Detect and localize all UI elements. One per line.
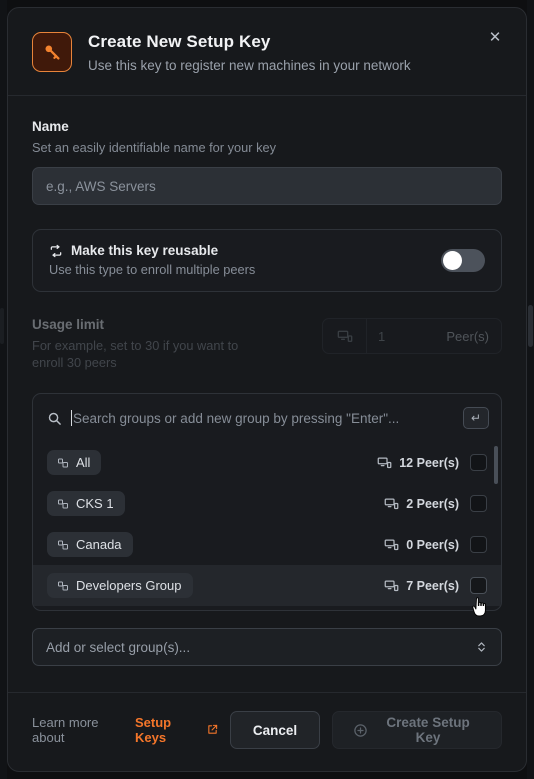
group-icon: [57, 539, 69, 551]
group-chip: All: [47, 450, 102, 475]
peers-icon: [384, 537, 399, 552]
group-row[interactable]: All 12 Peer(s): [33, 442, 501, 483]
group-list: All 12 Peer(s) CKS 1 2 Peer(s) Canada 0 Peer(…: [33, 442, 501, 610]
group-select[interactable]: Add or select group(s)...: [32, 628, 502, 666]
learn-more-prefix: Learn more about: [32, 715, 99, 745]
group-peer-count: 12 Peer(s): [377, 455, 459, 470]
group-checkbox[interactable]: [470, 536, 487, 553]
close-icon[interactable]: ✕: [484, 26, 506, 48]
page-scrollbar-right[interactable]: [527, 0, 534, 779]
group-search-input[interactable]: Search groups or add new group by pressi…: [71, 410, 454, 426]
page-scrollbar-left-thumb[interactable]: [0, 308, 4, 344]
group-peer-count-label: 2 Peer(s): [406, 496, 459, 511]
group-icon: [57, 498, 69, 510]
usage-limit-input-wrapper[interactable]: 1 Peer(s): [322, 318, 502, 354]
name-help-text: Set an easily identifiable name for your…: [32, 140, 276, 155]
name-input[interactable]: [32, 167, 502, 205]
group-name: Developers Group: [76, 578, 182, 593]
plus-circle-icon: [353, 723, 368, 738]
group-name: CKS 1: [76, 496, 114, 511]
peers-icon: [384, 496, 399, 511]
group-row[interactable]: Canada 0 Peer(s): [33, 524, 501, 565]
group-search-placeholder: Search groups or add new group by pressi…: [73, 410, 400, 426]
reusable-text-block: Make this key reusable Use this type to …: [49, 243, 255, 277]
header-text-block: Create New Setup Key Use this key to reg…: [88, 30, 411, 75]
group-icon: [57, 457, 69, 469]
group-list-scrollbar[interactable]: [494, 446, 498, 484]
name-section: Name Set an easily identifiable name for…: [32, 118, 502, 205]
usage-limit-label: Usage limit: [32, 317, 105, 332]
group-row-right: 7 Peer(s): [384, 577, 487, 594]
reusable-toggle[interactable]: [441, 248, 485, 272]
group-chip: CKS 1: [47, 491, 125, 516]
usage-limit-text-block: Usage limit For example, set to 30 if yo…: [32, 316, 262, 371]
create-setup-key-label: Create Setup Key: [386, 715, 470, 745]
group-icon: [57, 580, 69, 592]
group-checkbox[interactable]: [470, 577, 487, 594]
page-title: Create New Setup Key: [88, 32, 271, 51]
name-label: Name: [32, 119, 69, 134]
external-link-icon: [207, 723, 218, 738]
group-chip: Developers Group: [47, 573, 193, 598]
enter-key-button[interactable]: ↵: [463, 407, 489, 429]
search-icon: [47, 411, 62, 426]
learn-more-block: Learn more about Setup Keys: [32, 715, 218, 745]
setup-keys-link[interactable]: Setup Keys: [135, 715, 218, 745]
setup-keys-link-label: Setup Keys: [134, 715, 172, 745]
usage-limit-help-text: For example, set to 30 if you want to en…: [32, 338, 239, 370]
group-row[interactable]: Developers Group 7 Peer(s): [33, 565, 501, 606]
modal-body: Name Set an easily identifiable name for…: [8, 96, 526, 692]
group-peer-count: 7 Peer(s): [384, 578, 459, 593]
group-peer-count: 2 Peer(s): [384, 496, 459, 511]
group-peer-count-label: 0 Peer(s): [406, 537, 459, 552]
group-checkbox[interactable]: [470, 495, 487, 512]
group-peer-count: 0 Peer(s): [384, 537, 459, 552]
page-scrollbar-right-thumb[interactable]: [528, 305, 533, 347]
group-search-row: Search groups or add new group by pressi…: [33, 394, 501, 442]
page-scrollbar-left[interactable]: [0, 0, 7, 779]
group-row-right: 0 Peer(s): [384, 536, 487, 553]
group-chip: Canada: [47, 532, 133, 557]
reusable-subtitle: Use this type to enroll multiple peers: [49, 262, 256, 277]
modal-footer: Learn more about Setup Keys Cancel Creat…: [8, 692, 526, 771]
group-select-value: Add or select group(s)...: [46, 639, 191, 655]
repeat-icon: [49, 244, 63, 258]
group-name: Canada: [76, 537, 122, 552]
key-icon: [32, 32, 72, 72]
group-row[interactable]: CKS 1 2 Peer(s): [33, 483, 501, 524]
peers-icon: [384, 578, 399, 593]
create-setup-key-modal: Create New Setup Key Use this key to reg…: [7, 7, 527, 772]
group-name: All: [76, 455, 91, 470]
usage-limit-value: 1: [378, 328, 386, 344]
peers-icon: [323, 319, 367, 353]
page-subtitle: Use this key to register new machines in…: [88, 58, 411, 73]
group-row-right: 12 Peer(s): [377, 454, 487, 471]
usage-limit-section: Usage limit For example, set to 30 if yo…: [32, 316, 502, 371]
chevron-up-down-icon: [475, 639, 488, 655]
group-peer-count-label: 7 Peer(s): [406, 578, 459, 593]
reusable-title-row: Make this key reusable: [49, 243, 255, 258]
text-caret: [71, 410, 72, 426]
modal-header: Create New Setup Key Use this key to reg…: [8, 8, 526, 96]
peers-icon: [377, 455, 392, 470]
usage-limit-suffix: Peer(s): [446, 328, 489, 344]
group-row-right: 2 Peer(s): [384, 495, 487, 512]
group-dropdown-panel: Search groups or add new group by pressi…: [32, 393, 502, 611]
reusable-title: Make this key reusable: [71, 243, 219, 258]
create-setup-key-button[interactable]: Create Setup Key: [332, 711, 502, 749]
toggle-knob: [443, 250, 462, 270]
cancel-button[interactable]: Cancel: [229, 711, 321, 749]
group-peer-count-label: 12 Peer(s): [399, 455, 459, 470]
reusable-key-card: Make this key reusable Use this type to …: [32, 229, 502, 292]
group-checkbox[interactable]: [470, 454, 487, 471]
